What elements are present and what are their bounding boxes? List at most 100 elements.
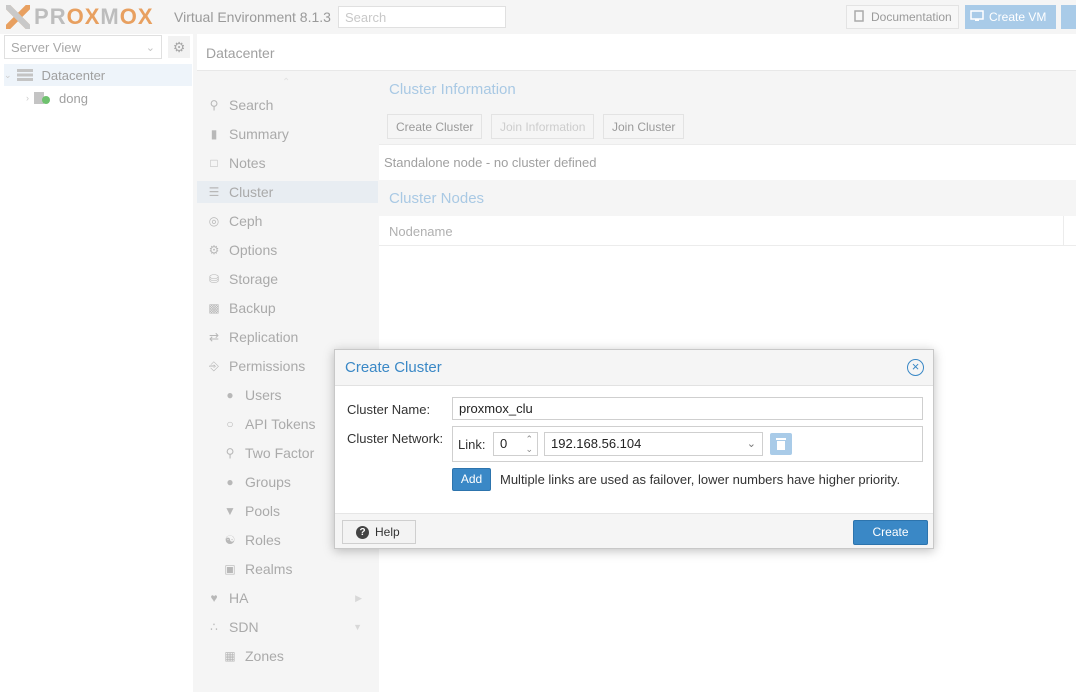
nav-label: Zones bbox=[245, 648, 284, 664]
nav-item-backup[interactable]: ▩ Backup bbox=[197, 297, 378, 319]
nav-label: Realms bbox=[245, 561, 293, 577]
trash-icon bbox=[776, 438, 786, 450]
link-address-select[interactable]: 192.168.56.104 ⌄ bbox=[544, 432, 763, 456]
nav-label: Search bbox=[229, 97, 274, 113]
link-label: Link: bbox=[458, 437, 486, 452]
add-link-button[interactable]: Add bbox=[452, 468, 491, 491]
nav-label: Ceph bbox=[229, 213, 263, 229]
collapse-icon: ⌄ bbox=[4, 69, 12, 80]
column-nodename[interactable]: Nodename bbox=[389, 224, 453, 239]
retweet-icon: ⇄ bbox=[208, 330, 220, 344]
tree-item-datacenter[interactable]: ⌄ Datacenter bbox=[4, 64, 192, 86]
cluster-name-input[interactable]: proxmox_clu bbox=[452, 397, 923, 420]
dialog-header: Create Cluster × bbox=[335, 350, 933, 386]
nodes-table-header: Nodename bbox=[379, 216, 1076, 246]
chevron-down-icon: ⌄ bbox=[145, 42, 155, 54]
nav-item-zones[interactable]: ▦ Zones bbox=[197, 645, 378, 667]
cluster-toolbar bbox=[379, 107, 1076, 145]
logo-text: PROXMOX bbox=[34, 4, 154, 29]
create-cluster-button[interactable]: Create Cluster bbox=[387, 114, 483, 139]
nav-label: Notes bbox=[229, 155, 266, 171]
nav-item-summary[interactable]: ▮ Summary bbox=[197, 123, 378, 145]
top-bar: PROXMOX Virtual Environment 8.1.3 Search… bbox=[0, 0, 1076, 34]
create-cluster-dialog: Create Cluster × Cluster Name: proxmox_c… bbox=[334, 349, 934, 549]
resource-tree-panel: Server View ⌄ ⚙ ⌄ Datacenter › dong bbox=[0, 34, 193, 692]
nav-item-search[interactable]: ⚲ Search bbox=[197, 94, 378, 116]
link-number-spinner[interactable]: 0 ⌃ ⌄ bbox=[493, 432, 538, 456]
create-ct-button[interactable] bbox=[1061, 5, 1076, 29]
search-input[interactable]: Search bbox=[338, 6, 506, 28]
nav-label: Roles bbox=[245, 532, 281, 548]
version-label: Virtual Environment 8.1.3 bbox=[174, 9, 331, 25]
join-cluster-button[interactable]: Join Cluster bbox=[603, 114, 685, 139]
cluster-nodes-title: Cluster Nodes bbox=[379, 180, 1076, 216]
documentation-label: Documentation bbox=[871, 10, 952, 24]
user-outline-icon: ○ bbox=[226, 417, 234, 431]
nav-item-ha[interactable]: ♥ HA ▶ bbox=[197, 587, 378, 609]
nav-label: Cluster bbox=[229, 184, 274, 200]
nav-item-options[interactable]: ⚙ Options bbox=[197, 239, 378, 261]
key-icon: ⚲ bbox=[225, 446, 235, 460]
proxmox-x-icon bbox=[6, 5, 30, 29]
unlock-icon: ⎆ bbox=[209, 359, 219, 373]
book-icon: ▮ bbox=[210, 127, 218, 141]
search-icon: ⚲ bbox=[209, 98, 219, 112]
server-icon: ☰ bbox=[208, 185, 220, 199]
nav-label: Two Factor bbox=[245, 445, 315, 461]
users-icon: ● bbox=[226, 475, 234, 489]
dialog-title: Create Cluster bbox=[345, 359, 442, 376]
create-button[interactable]: Create bbox=[853, 520, 928, 545]
nav-item-storage[interactable]: ⛁ Storage bbox=[197, 268, 378, 290]
nav-item-sdn[interactable]: ∴ SDN ▼ bbox=[197, 616, 378, 638]
ceph-icon: ◎ bbox=[208, 214, 220, 228]
nav-label: Permissions bbox=[229, 358, 306, 374]
column-divider bbox=[1063, 216, 1064, 246]
chevron-down-icon[interactable]: ▼ bbox=[353, 622, 362, 632]
desktop-icon bbox=[970, 9, 984, 25]
help-label: Help bbox=[375, 525, 400, 539]
cluster-info-title: Cluster Information bbox=[379, 71, 1076, 107]
create-vm-label: Create VM bbox=[989, 10, 1047, 24]
database-icon: ⛁ bbox=[208, 272, 220, 286]
documentation-button[interactable]: Documentation bbox=[846, 5, 959, 29]
nav-label: Users bbox=[245, 387, 282, 403]
spinner-arrows-icon[interactable]: ⌃ ⌄ bbox=[525, 434, 533, 454]
link-address-value: 192.168.56.104 bbox=[551, 436, 642, 451]
nav-label: Storage bbox=[229, 271, 279, 287]
server-rack-icon bbox=[16, 68, 34, 82]
chevron-right-icon[interactable]: ▶ bbox=[355, 593, 362, 604]
book-icon bbox=[853, 9, 865, 25]
nav-label: SDN bbox=[229, 619, 259, 635]
question-circle-icon: ? bbox=[356, 525, 369, 539]
cluster-network-links: Link: 0 ⌃ ⌄ 192.168.56.104 ⌄ bbox=[452, 426, 923, 462]
gear-icon[interactable]: ⚙ bbox=[168, 36, 190, 58]
node-online-icon bbox=[33, 91, 51, 105]
nav-label: Replication bbox=[229, 329, 299, 345]
nav-label: Groups bbox=[245, 474, 291, 490]
view-selector[interactable]: Server View ⌄ bbox=[4, 35, 162, 59]
dialog-footer: ? Help Create bbox=[335, 513, 933, 548]
nav-item-cluster[interactable]: ☰ Cluster bbox=[197, 181, 378, 203]
chevron-down-icon[interactable]: ⌄ bbox=[747, 437, 756, 450]
link-number-value: 0 bbox=[500, 436, 508, 451]
help-button[interactable]: ? Help bbox=[342, 520, 416, 544]
nav-label: Summary bbox=[229, 126, 289, 142]
cluster-status-text: Standalone node - no cluster defined bbox=[384, 155, 597, 170]
nav-label: HA bbox=[229, 590, 249, 606]
nav-item-replication[interactable]: ⇄ Replication bbox=[197, 326, 378, 348]
tree-item-node[interactable]: › dong bbox=[4, 87, 192, 109]
nav-item-ceph[interactable]: ◎ Ceph bbox=[197, 210, 378, 232]
nav-label: API Tokens bbox=[245, 416, 316, 432]
nav-label: Backup bbox=[229, 300, 276, 316]
proxmox-logo: PROXMOX bbox=[6, 4, 154, 30]
delete-link-button[interactable] bbox=[770, 433, 792, 455]
create-vm-button[interactable]: Create VM bbox=[965, 5, 1056, 29]
nav-label: Options bbox=[229, 242, 278, 258]
view-selector-value: Server View bbox=[11, 40, 81, 55]
join-information-button[interactable]: Join Information bbox=[491, 114, 595, 139]
scroll-up-icon[interactable]: ⌃ bbox=[282, 77, 290, 88]
close-icon[interactable]: × bbox=[907, 359, 924, 376]
nav-item-notes[interactable]: □ Notes bbox=[197, 152, 378, 174]
cluster-name-label: Cluster Name: bbox=[347, 402, 431, 417]
nav-item-realms[interactable]: ▣ Realms bbox=[197, 558, 378, 580]
